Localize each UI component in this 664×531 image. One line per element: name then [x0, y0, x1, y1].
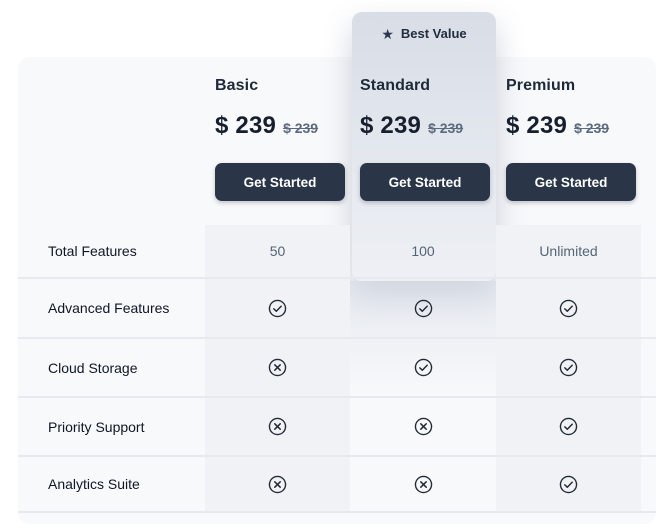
star-icon: ★: [381, 27, 394, 41]
get-started-button-basic[interactable]: Get Started: [215, 163, 345, 201]
cross-circle-icon: [205, 339, 350, 396]
price-line: $ 239 $ 239: [506, 112, 641, 140]
plan-name: Basic: [215, 77, 350, 95]
feature-label: Priority Support: [18, 398, 205, 455]
feature-row-total-features: Total Features 50 100 Unlimited: [18, 225, 656, 277]
old-price: $ 239: [428, 120, 463, 136]
check-circle-icon: [496, 398, 641, 455]
header-spacer-cell: [18, 57, 205, 225]
pricing-card: ★ Best Value Basic $ 239 $ 239 Get Start…: [18, 57, 656, 524]
best-value-badge: ★ Best Value: [352, 12, 496, 41]
feature-row-cloud-storage: Cloud Storage: [18, 337, 656, 396]
plan-name: Standard: [360, 77, 496, 95]
pricing-page: { "badge": { "label": "Best Value", "ico…: [0, 0, 664, 531]
feature-value-basic: 50: [205, 225, 350, 277]
feature-label: Advanced Features: [18, 279, 205, 337]
check-circle-icon: [350, 339, 496, 396]
plan-name: Premium: [506, 77, 641, 95]
check-circle-icon: [496, 279, 641, 337]
get-started-button-standard[interactable]: Get Started: [360, 163, 490, 201]
feature-row-advanced-features: Advanced Features: [18, 277, 656, 337]
old-price: $ 239: [283, 120, 318, 136]
feature-row-analytics-suite: Analytics Suite: [18, 455, 656, 513]
plan-column-basic: Basic $ 239 $ 239 Get Started: [205, 57, 350, 225]
check-circle-icon: [496, 339, 641, 396]
plan-column-standard: Standard $ 239 $ 239 Get Started: [350, 57, 496, 225]
best-value-label: Best Value: [401, 26, 467, 41]
check-circle-icon: [350, 279, 496, 337]
feature-value-standard: 100: [350, 225, 496, 277]
feature-row-priority-support: Priority Support: [18, 396, 656, 455]
current-price: $ 239: [360, 112, 421, 140]
cross-circle-icon: [205, 457, 350, 511]
feature-label: Analytics Suite: [18, 457, 205, 511]
feature-label: Total Features: [18, 225, 205, 277]
old-price: $ 239: [574, 120, 609, 136]
check-circle-icon: [205, 279, 350, 337]
get-started-button-premium[interactable]: Get Started: [506, 163, 636, 201]
plans-header-row: Basic $ 239 $ 239 Get Started Standard $…: [18, 57, 656, 225]
feature-value-premium: Unlimited: [496, 225, 641, 277]
price-line: $ 239 $ 239: [215, 112, 350, 140]
cross-circle-icon: [350, 398, 496, 455]
current-price: $ 239: [215, 112, 276, 140]
current-price: $ 239: [506, 112, 567, 140]
cross-circle-icon: [350, 457, 496, 511]
feature-label: Cloud Storage: [18, 339, 205, 396]
plan-column-premium: Premium $ 239 $ 239 Get Started: [496, 57, 641, 225]
check-circle-icon: [496, 457, 641, 511]
cross-circle-icon: [205, 398, 350, 455]
price-line: $ 239 $ 239: [360, 112, 496, 140]
